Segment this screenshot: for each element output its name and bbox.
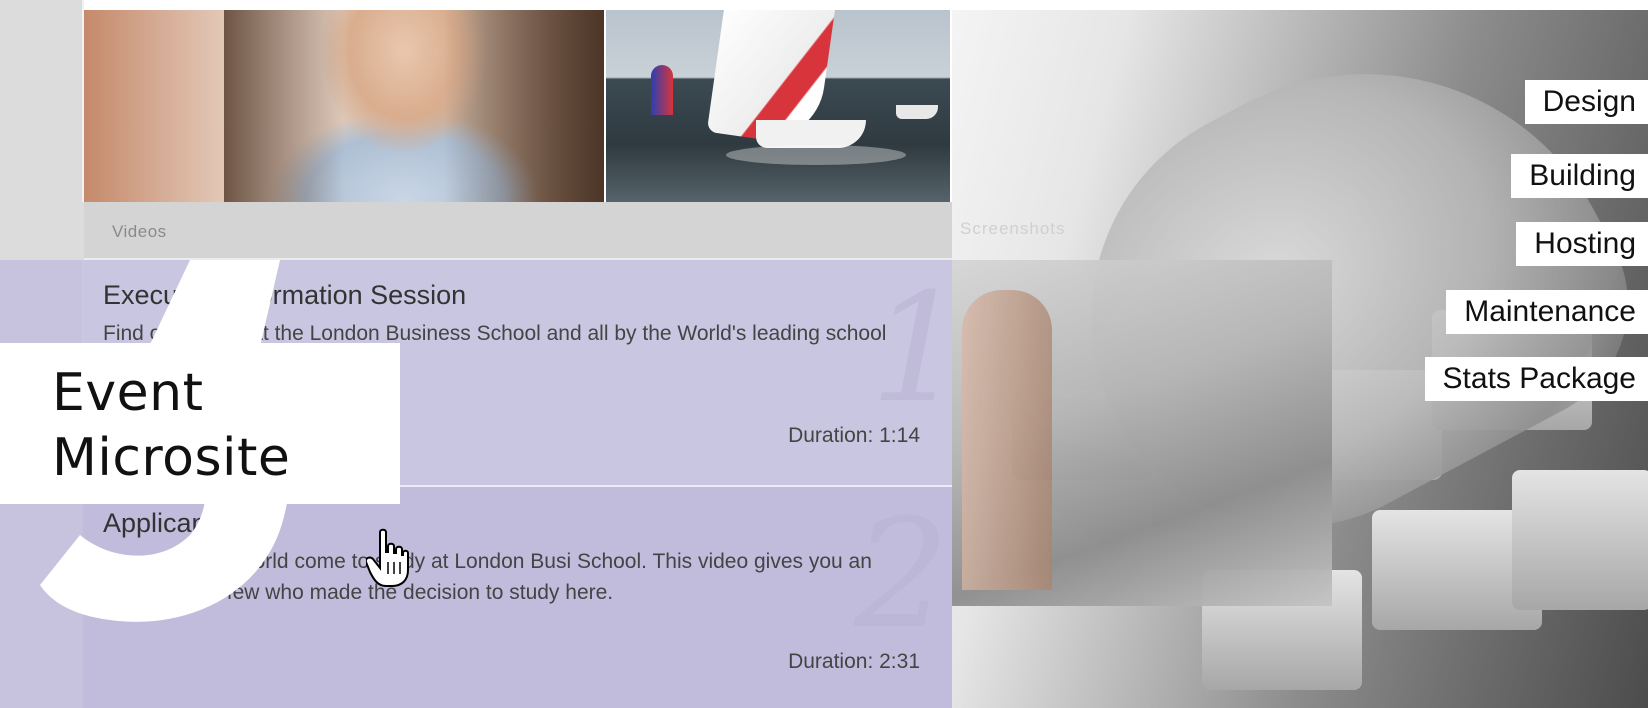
menu-item-hosting[interactable]: Hosting xyxy=(1516,222,1648,266)
screenshots-section-label: Screenshots xyxy=(960,219,1066,238)
menu-item-design[interactable]: Design xyxy=(1524,80,1648,124)
title-line-microsite: Microsite xyxy=(52,428,291,488)
top-strip xyxy=(0,0,1648,10)
event-microsite-title-card: Event Microsite xyxy=(0,343,400,504)
video-duration-2: Duration: 2:31 xyxy=(788,650,920,673)
menu-item-maintenance[interactable]: Maintenance xyxy=(1446,290,1648,334)
videos-section-label: Videos xyxy=(112,222,167,241)
title-line-event: Event xyxy=(52,363,204,423)
woman-photo xyxy=(84,10,604,202)
sailing-photo xyxy=(606,10,950,202)
menu-item-stats-package[interactable]: Stats Package xyxy=(1424,357,1648,401)
menu-item-building[interactable]: Building xyxy=(1511,154,1648,198)
video-duration-1: Duration: 1:14 xyxy=(788,424,920,447)
hand-pointer-cursor-icon xyxy=(366,528,409,587)
screenshot-thumbnail[interactable] xyxy=(952,260,1332,606)
